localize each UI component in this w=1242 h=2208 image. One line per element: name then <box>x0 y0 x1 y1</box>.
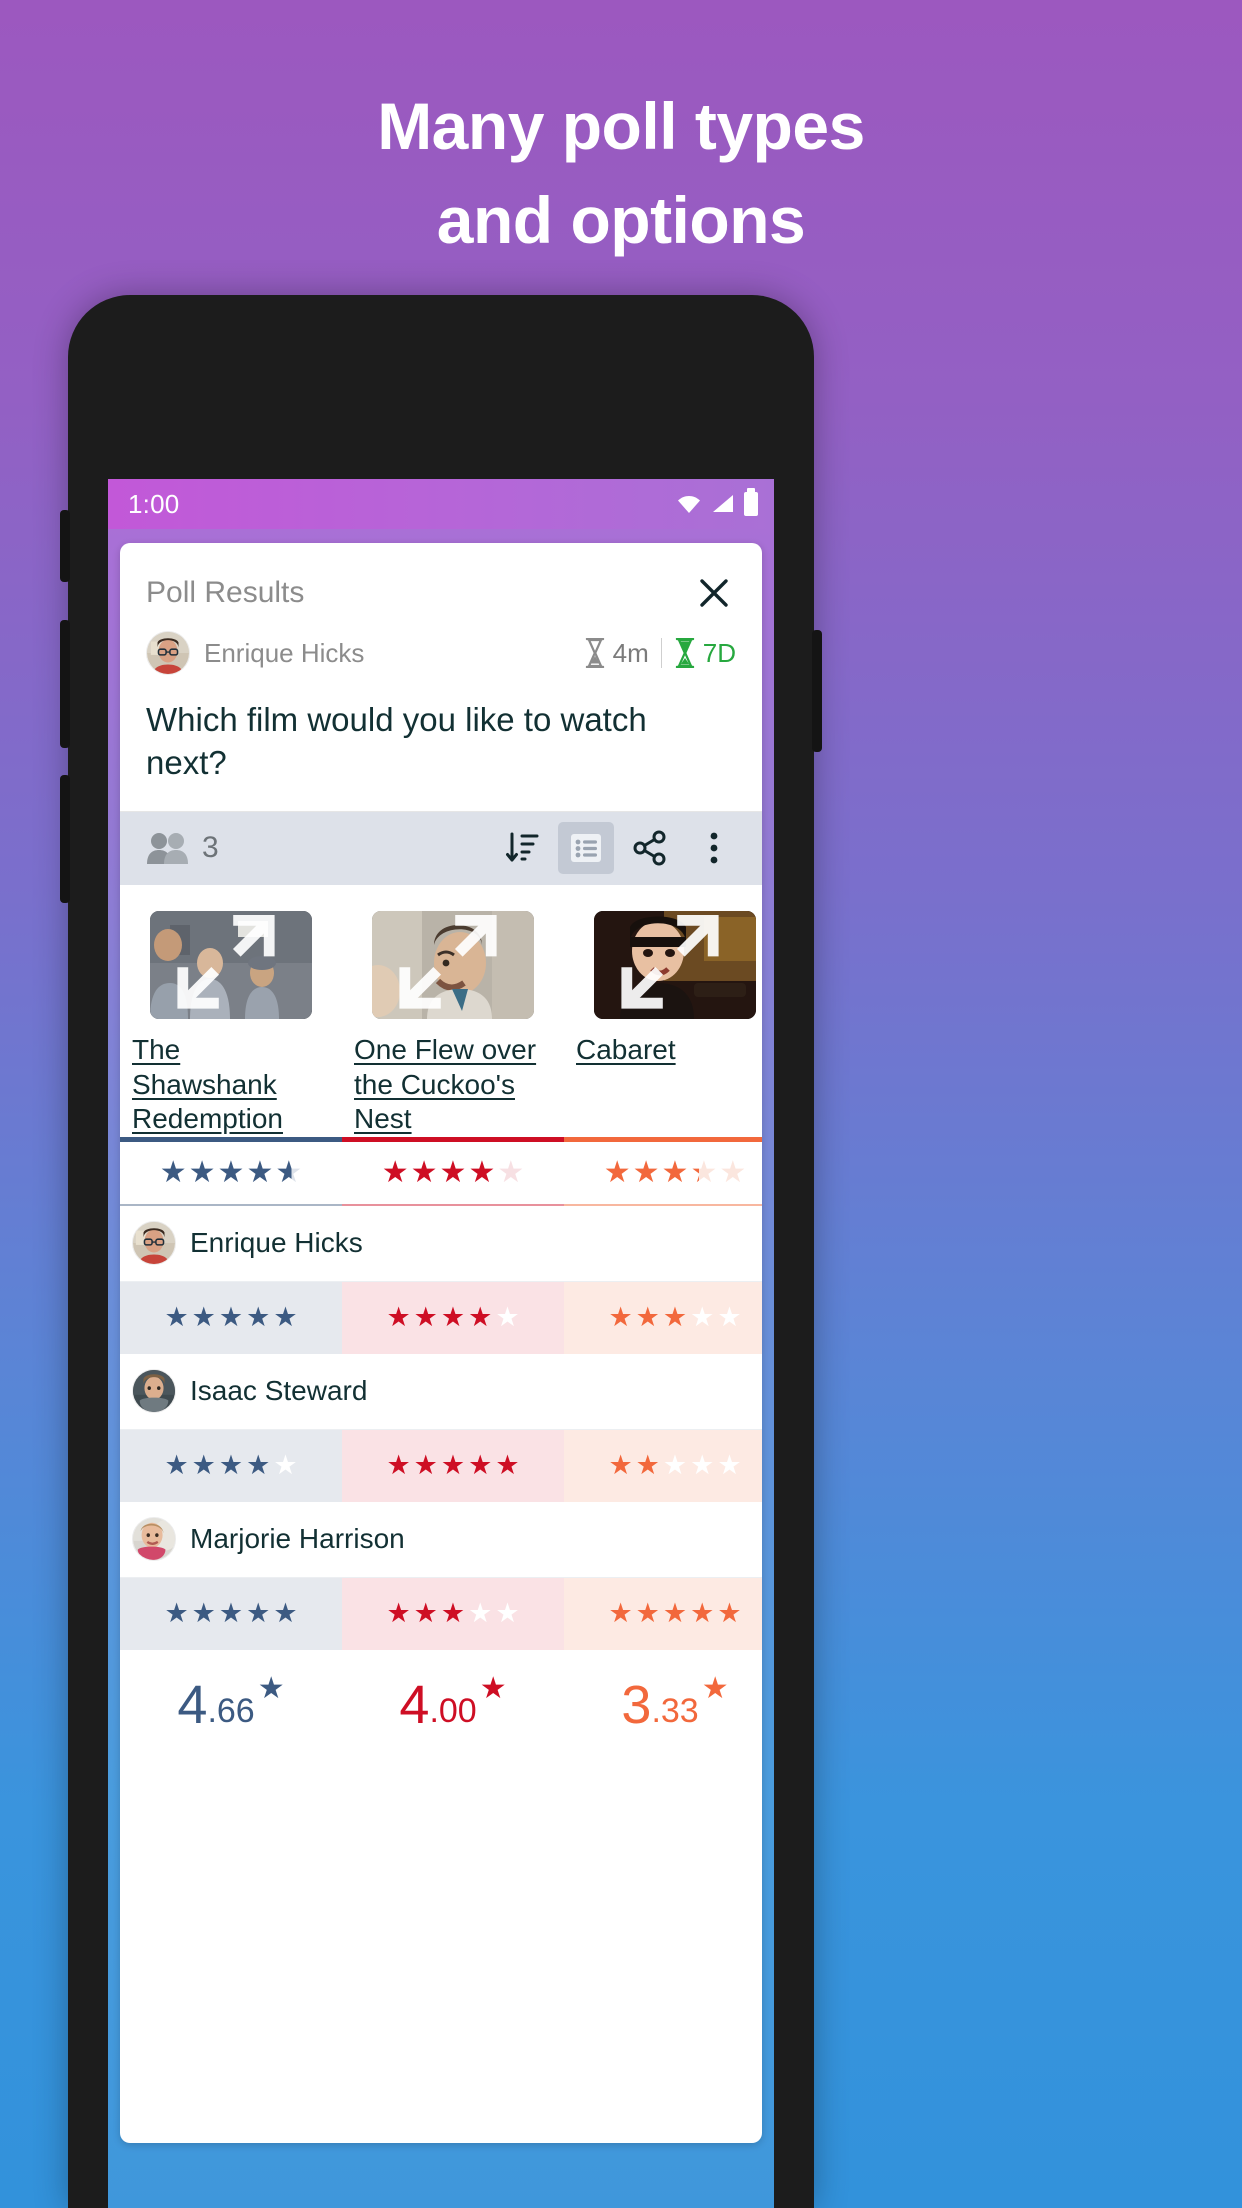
voter-name: Isaac Steward <box>190 1375 368 1407</box>
option-title-2[interactable]: One Flew over the Cuckoo's Nest <box>348 1029 558 1137</box>
battery-icon <box>744 488 758 516</box>
aggregate-rating-row: ★ ★ ★ ★ ★ ★ ★ ★ ★ ★ ★ ★ ★ ★ ★ <box>120 1136 762 1206</box>
close-icon[interactable] <box>692 571 736 615</box>
option-title-1[interactable]: The Shawshank Redemption <box>126 1029 336 1137</box>
avatar[interactable] <box>146 631 190 675</box>
results-grid: The Shawshank Redemption One Flew over t… <box>120 885 762 2143</box>
phone-button-volume-down[interactable] <box>60 775 70 903</box>
average-frac-2: .00 <box>429 1691 477 1730</box>
promo-line-2: and options <box>436 182 806 257</box>
rating-cell-3-3[interactable]: ★ ★ ★ ★ ★ <box>564 1577 762 1650</box>
option-column-3: Cabaret <box>564 885 762 1137</box>
average-row: 4 .66 ★ 4 .00 ★ 3 .33 ★ <box>120 1650 762 1732</box>
star-icon: ★ <box>701 1671 729 1705</box>
star-icon: ★ <box>479 1671 507 1705</box>
voter-count-group: 3 <box>146 831 219 865</box>
rating-cell-3-2[interactable]: ★ ★ ★ ★ ★ <box>342 1577 564 1650</box>
rating-cell-1-2[interactable]: ★ ★ ★ ★ ★ <box>342 1281 564 1354</box>
option-thumbnail-3[interactable] <box>594 910 756 1019</box>
aggregate-cell-1: ★ ★ ★ ★ ★ <box>120 1136 342 1206</box>
rating-cell-1-1[interactable]: ★ ★ ★ ★ ★ <box>120 1281 342 1354</box>
results-toolbar: 3 <box>120 810 762 885</box>
aggregate-stars-2: ★ ★ ★ ★ ★ <box>381 1155 525 1189</box>
rating-cell-2-3[interactable]: ★ ★ ★ ★ ★ <box>564 1429 762 1502</box>
expand-icon[interactable] <box>594 911 751 1014</box>
poll-results-card: Poll Results Enrique Hicks 4m 7D Which f… <box>120 543 762 2143</box>
voter-count: 3 <box>202 831 219 865</box>
rating-cell-2-2[interactable]: ★ ★ ★ ★ ★ <box>342 1429 564 1502</box>
wifi-icon <box>678 496 700 513</box>
voter-name: Enrique Hicks <box>190 1227 363 1259</box>
promo-headline: Many poll types and options <box>0 80 1242 267</box>
poll-timers: 4m 7D <box>584 638 736 669</box>
aggregate-cell-3: ★ ★ ★ ★ ★ <box>564 1136 762 1206</box>
aggregate-stars-1: ★ ★ ★ ★ ★ <box>159 1155 303 1189</box>
aggregate-cell-2: ★ ★ ★ ★ ★ <box>342 1136 564 1206</box>
option-header-row: The Shawshank Redemption One Flew over t… <box>120 885 762 1137</box>
remaining-timer: 7D <box>674 638 736 669</box>
average-cell-3: 3 .33 ★ <box>564 1673 762 1735</box>
rating-row-1: ★ ★ ★ ★ ★ ★ ★ ★ ★ ★ ★ ★ ★ ★ ★ <box>120 1281 762 1354</box>
poll-author-row: Enrique Hicks 4m 7D <box>120 621 762 681</box>
option-column-2: One Flew over the Cuckoo's Nest <box>342 885 564 1137</box>
hourglass-icon <box>585 638 604 668</box>
average-cell-1: 4 .66 ★ <box>120 1673 342 1735</box>
signal-icon <box>713 495 733 512</box>
elapsed-timer: 4m <box>584 638 649 669</box>
list-view-icon[interactable] <box>558 822 614 875</box>
rating-cell-3-1[interactable]: ★ ★ ★ ★ ★ <box>120 1577 342 1650</box>
phone-button-power[interactable] <box>812 630 822 752</box>
elapsed-timer-value: 4m <box>612 637 649 668</box>
average-frac-1: .66 <box>207 1691 255 1730</box>
timer-separator <box>660 638 662 668</box>
aggregate-stars-3: ★ ★ ★ ★ ★ <box>603 1155 747 1189</box>
rating-row-2: ★ ★ ★ ★ ★ ★ ★ ★ ★ ★ ★ ★ ★ ★ ★ <box>120 1429 762 1502</box>
phone-button-volume-up[interactable] <box>60 620 70 748</box>
option-thumbnail-1[interactable] <box>150 910 312 1019</box>
avatar[interactable] <box>132 1369 176 1414</box>
poll-author-name: Enrique Hicks <box>204 637 365 668</box>
share-icon[interactable] <box>622 822 678 874</box>
promo-line-1: Many poll types <box>377 89 865 163</box>
more-vertical-icon[interactable] <box>686 822 742 874</box>
remaining-timer-value: 7D <box>702 637 736 668</box>
hourglass-green-icon <box>675 638 694 668</box>
rating-cell-1-3[interactable]: ★ ★ ★ ★ ★ <box>564 1281 762 1354</box>
screen-background: Poll Results Enrique Hicks 4m 7D Which f… <box>108 529 774 2208</box>
expand-icon[interactable] <box>372 911 529 1014</box>
phone-screen: 1:00 Poll Results Enrique Hicks 4m 7D Wh… <box>108 479 774 2208</box>
page-title: Poll Results <box>146 576 305 609</box>
table-row: Marjorie Harrison <box>120 1502 762 1578</box>
star-icon: ★ <box>257 1671 285 1705</box>
average-frac-3: .33 <box>651 1691 699 1730</box>
avatar[interactable] <box>132 1221 176 1266</box>
status-icons <box>676 488 758 516</box>
status-bar: 1:00 <box>108 479 774 529</box>
rating-row-3: ★ ★ ★ ★ ★ ★ ★ ★ ★ ★ ★ ★ ★ ★ ★ <box>120 1577 762 1650</box>
average-int-1: 4 <box>177 1674 208 1735</box>
average-int-2: 4 <box>399 1674 430 1735</box>
phone-frame: 1:00 Poll Results Enrique Hicks 4m 7D Wh… <box>60 295 822 2208</box>
table-row: Enrique Hicks <box>120 1206 762 1282</box>
phone-button-left-top[interactable] <box>60 510 70 582</box>
card-header: Poll Results <box>120 543 762 621</box>
status-time: 1:00 <box>128 488 180 519</box>
avatar[interactable] <box>132 1517 176 1562</box>
table-row: Isaac Steward <box>120 1354 762 1430</box>
rating-cell-2-1[interactable]: ★ ★ ★ ★ ★ <box>120 1429 342 1502</box>
option-column-1: The Shawshank Redemption <box>120 885 342 1137</box>
toolbar-actions <box>494 822 742 875</box>
voter-name: Marjorie Harrison <box>190 1523 405 1555</box>
people-icon <box>147 833 188 865</box>
average-int-3: 3 <box>621 1674 652 1735</box>
option-title-3[interactable]: Cabaret <box>570 1029 762 1068</box>
expand-icon[interactable] <box>150 911 307 1014</box>
sort-descending-icon[interactable] <box>494 822 550 874</box>
average-cell-2: 4 .00 ★ <box>342 1673 564 1735</box>
option-thumbnail-2[interactable] <box>372 910 534 1019</box>
poll-question: Which film would you like to watch next? <box>146 701 647 781</box>
